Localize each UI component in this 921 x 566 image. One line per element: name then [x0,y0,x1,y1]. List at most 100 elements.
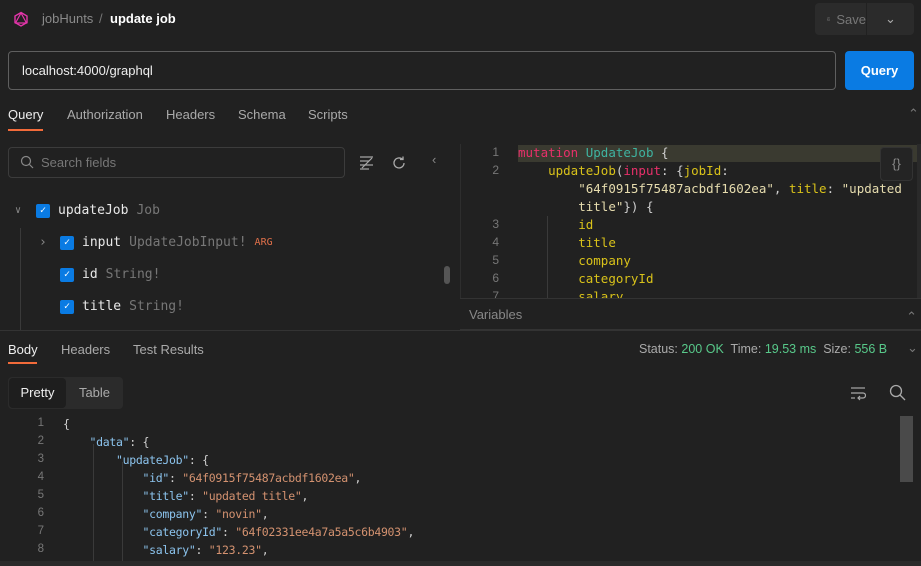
line-number: 3 [37,453,44,465]
variables-panel-header[interactable]: Variables ⌃ [460,298,921,330]
line-number: 7 [492,289,499,298]
search-fields-input[interactable]: Search fields [8,147,345,178]
field-name: input [82,235,122,250]
line-number: 5 [37,489,44,501]
save-options-dropdown[interactable]: ⌄ [867,3,914,35]
collapse-explorer-chevron-left-icon[interactable]: ‹ [432,152,436,167]
wrap-lines-icon[interactable] [850,385,866,401]
code-token: : { [188,453,209,467]
tree-item-title[interactable]: ✓ title String! [60,299,184,314]
url-input[interactable]: localhost:4000/graphql [8,51,836,90]
chevron-up-icon[interactable]: ⌃ [906,301,917,332]
response-body-viewer[interactable]: 1{2 "data": {3 "updateJob": {4 "id": "64… [0,414,921,566]
code-token: "updateJob" [116,453,189,467]
collapse-chevron-up-icon[interactable]: ⌃ [908,106,919,122]
response-meta: Status: 200 OK Time: 19.53 ms Size: 556 … [639,342,887,356]
field-name: id [82,267,98,282]
code-line: "data": { [63,435,150,449]
line-number: 3 [492,217,499,231]
tree-item-id[interactable]: ✓ id String! [60,267,160,282]
status-value[interactable]: 200 OK [681,342,723,356]
code-token: : { [661,163,684,178]
status-label: Status: [639,342,678,356]
chevron-down-icon[interactable]: ∨ [15,205,28,216]
code-line: mutation UpdateJob { [518,145,669,160]
tree-item-input[interactable]: › ✓ input UpdateJobInput! ARG [39,235,273,250]
code-line: salary [518,289,623,298]
query-editor[interactable]: 1 mutation UpdateJob {2 updateJob(input: … [460,144,921,298]
chevron-down-icon[interactable]: ⌄ [907,340,918,356]
code-token: , [301,489,309,503]
checkbox-checked[interactable]: ✓ [36,203,50,218]
view-table-button[interactable]: Table [66,378,123,408]
code-token: id [578,217,594,232]
tab-response-body[interactable]: Body [8,342,38,357]
request-name[interactable]: update job [110,11,176,26]
checkbox-checked[interactable]: ✓ [60,235,74,250]
code-line: "categoryId": "64f02331ee4a7a5a5c6b4903"… [63,525,414,539]
code-token: , [261,507,269,521]
code-line: "updateJob": { [63,453,209,467]
code-token: mutation [518,145,579,160]
tab-response-headers[interactable]: Headers [61,342,110,357]
code-token: : [188,489,203,503]
explorer-scrollbar[interactable] [444,266,450,284]
search-icon[interactable] [889,384,906,401]
chevron-right-icon[interactable]: › [39,235,52,250]
tab-test-results[interactable]: Test Results [133,342,204,357]
code-token: , [773,181,789,196]
code-token: }) { [623,199,654,214]
tree-item-updatejob[interactable]: ∨ ✓ updateJob Job [15,203,160,218]
code-token: , [407,525,415,539]
response-scrollbar-thumb[interactable] [900,416,913,482]
field-type: Job [136,203,160,218]
code-token: : [195,543,209,557]
breadcrumb-workspace[interactable]: jobHunts [42,11,93,26]
code-token: title" [578,199,624,214]
variables-label: Variables [469,307,523,322]
code-token: title [578,235,616,250]
horizontal-scrollbar[interactable] [0,561,921,566]
prettify-icon[interactable] [359,155,375,171]
code-line: updateJob(input: {jobId: [518,163,729,178]
code-token: { [653,145,669,160]
field-type: UpdateJobInput! [129,235,247,250]
tab-authorization[interactable]: Authorization [67,107,143,122]
code-token: : { [129,435,150,449]
tab-headers[interactable]: Headers [166,107,215,122]
breadcrumb-separator: / [99,11,103,26]
size-value[interactable]: 556 B [854,342,887,356]
tab-scripts[interactable]: Scripts [308,107,348,122]
field-name: title [82,299,122,314]
checkbox-checked[interactable]: ✓ [60,267,74,282]
code-token: : [826,181,842,196]
code-line: "title": "updated title", [63,489,308,503]
query-button[interactable]: Query [845,51,914,90]
line-number: 1 [492,145,499,159]
editor-scrollbar[interactable] [917,144,921,298]
line-number: 6 [492,271,499,285]
active-tab-indicator [8,129,43,131]
prettify-braces-button[interactable]: {} [880,147,913,181]
tab-schema[interactable]: Schema [238,107,286,122]
tab-query[interactable]: Query [8,107,43,122]
braces-icon: {} [892,156,901,171]
time-value[interactable]: 19.53 ms [765,342,816,356]
line-number: 7 [37,525,44,537]
code-token: "novin" [215,507,262,521]
save-button[interactable]: Save [815,3,866,35]
code-token: "64f0915f75487acbdf1602ea" [578,181,774,196]
checkbox-checked[interactable]: ✓ [60,299,74,314]
code-token: "64f0915f75487acbdf1602ea" [182,471,355,485]
refresh-icon[interactable] [391,155,407,171]
view-pretty-button[interactable]: Pretty [9,378,66,408]
